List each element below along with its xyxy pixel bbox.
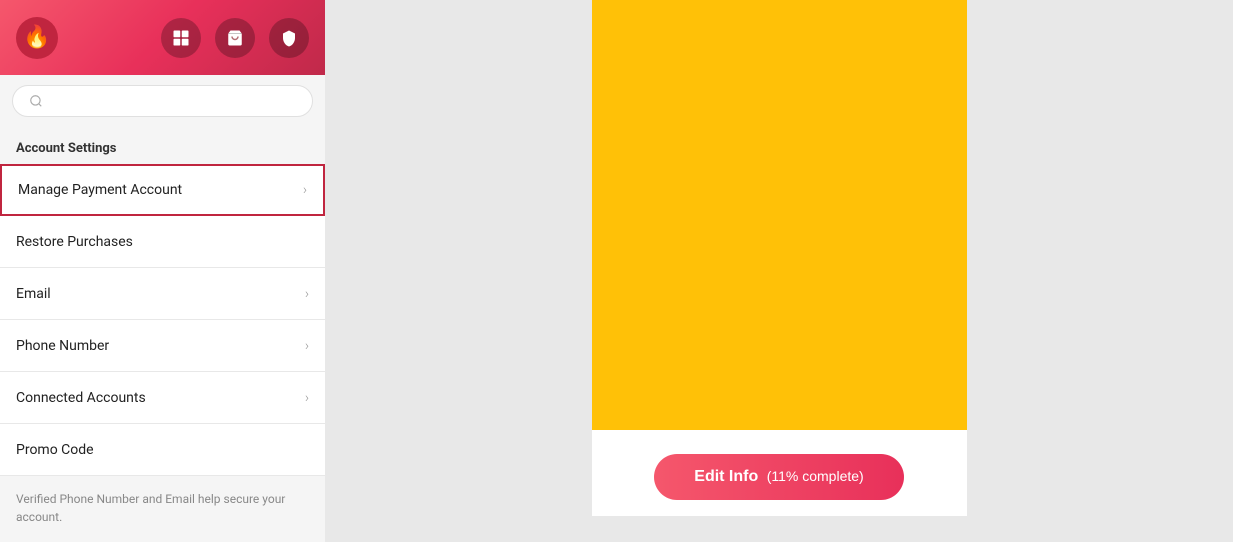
restore-purchases-label: Restore Purchases <box>16 234 133 250</box>
profile-card-bottom: Edit Info (11% complete) <box>592 430 967 516</box>
manage-payment-item[interactable]: Manage Payment Account › <box>0 164 325 216</box>
manage-payment-chevron: › <box>303 182 307 198</box>
phone-number-chevron: › <box>305 338 309 354</box>
phone-number-label: Phone Number <box>16 338 109 354</box>
edit-info-button[interactable]: Edit Info (11% complete) <box>654 454 903 500</box>
search-area <box>0 75 325 127</box>
search-icon <box>29 94 43 108</box>
search-bar[interactable] <box>12 85 313 117</box>
email-item[interactable]: Email › <box>0 268 325 320</box>
email-label: Email <box>16 286 51 302</box>
email-chevron: › <box>305 286 309 302</box>
sidebar: 🔥 <box>0 0 325 542</box>
app-logo[interactable]: 🔥 <box>16 17 58 59</box>
connected-accounts-chevron: › <box>305 390 309 406</box>
promo-code-item[interactable]: Promo Code <box>0 424 325 476</box>
profile-image <box>592 0 967 430</box>
bag-icon[interactable] <box>215 18 255 58</box>
promo-code-label: Promo Code <box>16 442 94 458</box>
connected-accounts-label: Connected Accounts <box>16 390 146 406</box>
connected-accounts-item[interactable]: Connected Accounts › <box>0 372 325 424</box>
settings-section: Account Settings Manage Payment Account … <box>0 127 325 542</box>
profile-card-area: Edit Info (11% complete) <box>589 0 969 542</box>
browse-icon[interactable] <box>161 18 201 58</box>
phone-number-item[interactable]: Phone Number › <box>0 320 325 372</box>
top-nav: 🔥 <box>0 0 325 75</box>
section-title: Account Settings <box>0 127 325 164</box>
shield-icon[interactable] <box>269 18 309 58</box>
manage-payment-label: Manage Payment Account <box>18 182 182 198</box>
nav-icons <box>161 18 309 58</box>
restore-purchases-item[interactable]: Restore Purchases <box>0 216 325 268</box>
footer-note: Verified Phone Number and Email help sec… <box>0 476 325 540</box>
main-content: Edit Info (11% complete) <box>325 0 1233 542</box>
